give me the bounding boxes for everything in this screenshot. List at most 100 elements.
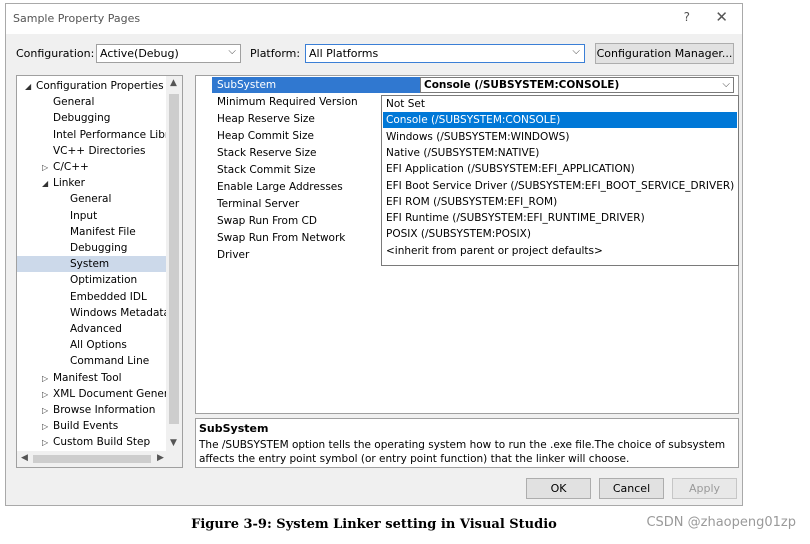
dropdown-option[interactable]: EFI Boot Service Driver (/SUBSYSTEM:EFI_… [383, 178, 737, 194]
tree-item[interactable]: ◢ Configuration Properties [17, 78, 173, 94]
property-row[interactable]: Swap Run From Network [217, 230, 345, 247]
platform-select[interactable]: All Platforms ⌵ [305, 44, 585, 63]
tree-item-label: Debugging [70, 242, 128, 254]
tree-item-label: XML Document Generator [53, 387, 183, 400]
tree-item[interactable]: ▷ Build Events [17, 418, 182, 434]
tree-item[interactable]: Optimization [17, 272, 182, 288]
property-row[interactable]: Driver [217, 247, 249, 264]
tree-item-label: Advanced [70, 323, 122, 335]
tree-item[interactable]: ◢ Linker [17, 175, 182, 191]
configuration-manager-button[interactable]: Configuration Manager... [595, 43, 734, 64]
tree-item-label: Manifest File [70, 225, 136, 238]
tree-item[interactable]: Command Line [17, 353, 182, 369]
dropdown-option[interactable]: <inherit from parent or project defaults… [383, 243, 737, 259]
property-row[interactable]: Heap Reserve Size [217, 111, 315, 128]
tree-item[interactable]: Embedded IDL [17, 289, 182, 305]
subsystem-value-combo[interactable]: Console (/SUBSYSTEM:CONSOLE) ⌵ [420, 77, 734, 93]
dropdown-option[interactable]: EFI Application (/SUBSYSTEM:EFI_APPLICAT… [383, 161, 737, 177]
property-row[interactable]: Swap Run From CD [217, 213, 317, 230]
tree-item[interactable]: Debugging [17, 240, 182, 256]
scroll-up-icon[interactable]: ▲ [170, 78, 177, 88]
collapse-arrow-icon[interactable]: ◢ [42, 176, 53, 191]
tree-hscroll-thumb[interactable] [33, 455, 151, 463]
configuration-label: Configuration: [16, 47, 95, 60]
scroll-down-icon[interactable]: ▼ [170, 438, 177, 448]
tree-item-label: Configuration Properties [36, 80, 164, 92]
tree-item-label: Debugging [53, 112, 111, 125]
tree-item-label: VC++ Directories [53, 144, 146, 157]
tree-item[interactable]: Windows Metadata [17, 305, 182, 321]
collapse-arrow-icon[interactable]: ◢ [25, 79, 36, 94]
subsystem-dropdown-list[interactable]: Not Set Console (/SUBSYSTEM:CONSOLE) Windo… [381, 95, 739, 266]
tree-item-label: C/C++ [53, 161, 89, 173]
tree-item[interactable]: ▷ Browse Information [17, 402, 182, 418]
property-pages-dialog: Sample Property Pages ? ✕ Configuration:… [5, 3, 743, 506]
tree-item-label: Custom Build Step [53, 436, 151, 449]
property-row[interactable]: Minimum Required Version [217, 94, 358, 111]
tree-item-label: Windows Metadata [70, 306, 170, 319]
tree-item-label: Input [70, 209, 98, 222]
scroll-right-icon[interactable]: ▶ [157, 453, 164, 463]
tree-item-label: Manifest Tool [53, 371, 122, 384]
tree-item-label: Browse Information [53, 404, 156, 416]
expand-arrow-icon[interactable]: ▷ [42, 435, 53, 450]
chevron-down-icon: ⌵ [572, 46, 580, 57]
help-icon[interactable]: ? [684, 10, 690, 24]
property-tree[interactable]: ◢ Configuration Properties General Debuggin… [16, 75, 183, 468]
tree-item[interactable]: General [17, 94, 182, 110]
expand-arrow-icon[interactable]: ▷ [42, 371, 53, 386]
tree-item[interactable]: Manifest File [17, 224, 182, 240]
description-text: The /SUBSYSTEM option tells the operatin… [199, 439, 726, 465]
subsystem-property-name[interactable]: SubSystem [212, 77, 420, 93]
tree-item[interactable]: ▷ XML Document Generator [17, 386, 183, 402]
tree-item-label: Intel Performance Libraries [53, 128, 183, 141]
platform-label: Platform: [250, 47, 301, 60]
dropdown-option[interactable]: Native (/SUBSYSTEM:NATIVE) [383, 145, 737, 161]
tree-item[interactable]: General [17, 191, 182, 207]
dropdown-option[interactable]: POSIX (/SUBSYSTEM:POSIX) [383, 226, 737, 242]
scroll-left-icon[interactable]: ◀ [21, 453, 28, 463]
property-row[interactable]: Stack Reserve Size [217, 145, 317, 162]
tree-item-label: System [70, 258, 110, 271]
tree-item[interactable]: Intel Performance Libraries [17, 127, 183, 143]
window-title: Sample Property Pages [13, 12, 141, 25]
tree-item-label: Command Line [70, 355, 150, 368]
ok-button[interactable]: OK [526, 478, 591, 499]
chevron-down-icon[interactable]: ⌵ [722, 78, 730, 92]
expand-arrow-icon[interactable]: ▷ [42, 419, 53, 434]
dropdown-option[interactable]: EFI ROM (/SUBSYSTEM:EFI_ROM) [383, 194, 737, 210]
close-icon[interactable]: ✕ [715, 8, 728, 26]
dropdown-option[interactable]: EFI Runtime (/SUBSYSTEM:EFI_RUNTIME_DRIV… [383, 210, 737, 226]
tree-vertical-scrollbar[interactable]: ▲ ▼ [166, 76, 182, 453]
expand-arrow-icon[interactable]: ▷ [42, 387, 53, 402]
tree-item-label: Build Events [53, 420, 119, 433]
expand-arrow-icon[interactable]: ▷ [42, 403, 53, 418]
dropdown-option[interactable]: Windows (/SUBSYSTEM:WINDOWS) [383, 129, 737, 145]
dropdown-option[interactable]: Not Set [383, 96, 737, 112]
configuration-select[interactable]: Active(Debug) ⌵ [96, 44, 241, 63]
tree-item[interactable]: Debugging [17, 110, 182, 126]
property-row[interactable]: Stack Commit Size [217, 162, 316, 179]
property-row[interactable]: Enable Large Addresses [217, 179, 343, 196]
tree-item[interactable]: ▷ C/C++ [17, 159, 182, 175]
figure-caption: Figure 3-9: System Linker setting in Vis… [191, 517, 557, 532]
apply-button[interactable]: Apply [672, 478, 737, 499]
tree-scroll-thumb[interactable] [169, 94, 179, 424]
dropdown-option[interactable]: Console (/SUBSYSTEM:CONSOLE) [383, 112, 737, 129]
tree-item[interactable]: Input [17, 208, 182, 224]
subsystem-value: Console (/SUBSYSTEM:CONSOLE) [424, 79, 620, 91]
tree-item[interactable]: ▷ Manifest Tool [17, 370, 182, 386]
tree-item[interactable]: System [17, 256, 182, 273]
property-row[interactable]: Terminal Server [217, 196, 299, 213]
property-row[interactable]: Heap Commit Size [217, 128, 314, 145]
description-title: SubSystem [199, 422, 269, 435]
tree-item[interactable]: Advanced [17, 321, 182, 337]
configuration-value: Active(Debug) [100, 47, 179, 60]
tree-item[interactable]: ▷ Custom Build Step [17, 434, 182, 450]
tree-item[interactable]: VC++ Directories [17, 143, 182, 159]
tree-horizontal-scrollbar[interactable]: ◀ ▶ [17, 451, 182, 467]
expand-arrow-icon[interactable]: ▷ [42, 160, 53, 175]
cancel-button[interactable]: Cancel [599, 478, 664, 499]
tree-item-label: General [70, 193, 112, 206]
tree-item[interactable]: All Options [17, 337, 182, 353]
